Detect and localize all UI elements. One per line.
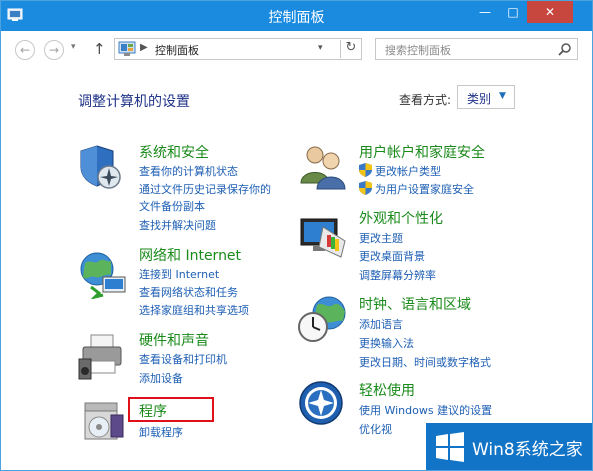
link-change-account-type[interactable]: 更改帐户类型 (375, 163, 441, 179)
link-add-device[interactable]: 添加设备 (139, 370, 183, 386)
view-by-value: 类别 (467, 92, 492, 106)
page-title: 调整计算机的设置 (78, 94, 190, 110)
search-box[interactable]: 搜索控制面板 (375, 38, 578, 60)
link-file-backup[interactable]: 文件备份副本 (139, 198, 205, 214)
printer-speaker-icon[interactable] (77, 331, 129, 383)
up-arrow-icon[interactable]: ↑ (93, 40, 106, 58)
security-shield-icon[interactable] (77, 143, 129, 195)
view-by-dropdown[interactable]: 类别 ▼ (457, 85, 515, 109)
refresh-icon[interactable]: ↻ (340, 40, 361, 58)
link-date-time-format[interactable]: 更改日期、时间或数字格式 (359, 354, 491, 370)
address-bar[interactable]: ▶ 控制面板 ▾ ↻ (114, 38, 362, 60)
link-desktop-background[interactable]: 更改桌面背景 (359, 248, 425, 264)
close-button[interactable]: ✕ (527, 1, 573, 23)
link-screen-resolution[interactable]: 调整屏幕分辨率 (359, 267, 436, 283)
link-change-theme[interactable]: 更改主题 (359, 230, 403, 246)
programs-box-icon[interactable] (77, 393, 129, 445)
uac-shield-icon (359, 163, 372, 177)
link-add-language[interactable]: 添加语言 (359, 316, 403, 332)
recent-locations-chevron-icon[interactable]: ▾ (71, 42, 76, 52)
link-change-input-method[interactable]: 更换输入法 (359, 335, 414, 351)
category-user-accounts-title[interactable]: 用户帐户和家庭安全 (359, 142, 485, 162)
arrow-left-icon: ← (19, 43, 31, 57)
category-system-security-title[interactable]: 系统和安全 (139, 142, 209, 162)
link-connect-internet[interactable]: 连接到 Internet (139, 266, 219, 282)
link-devices-printers[interactable]: 查看设备和打印机 (139, 351, 227, 367)
link-optimize-visual[interactable]: 优化视 (359, 421, 392, 437)
breadcrumb-current[interactable]: 控制面板 (155, 42, 199, 58)
category-clock-region-title[interactable]: 时钟、语言和区域 (359, 294, 471, 314)
address-dropdown-icon[interactable]: ▾ (318, 43, 323, 53)
clock-globe-icon[interactable] (297, 293, 349, 345)
link-recommended-settings[interactable]: 使用 Windows 建议的设置 (359, 402, 492, 418)
back-button[interactable]: ← (15, 40, 35, 60)
link-troubleshoot[interactable]: 查找并解决问题 (139, 217, 216, 233)
breadcrumb-chevron-icon: ▶ (140, 42, 148, 53)
ease-of-access-icon[interactable] (297, 379, 349, 431)
programs-highlight-box (128, 397, 214, 422)
category-network-title[interactable]: 网络和 Internet (139, 245, 241, 265)
category-ease-of-access-title[interactable]: 轻松使用 (359, 380, 415, 400)
control-panel-icon (118, 41, 136, 56)
category-hardware-title[interactable]: 硬件和声音 (139, 330, 209, 350)
control-panel-window: 控制面板 — □ ✕ ← → ▾ ↑ ▶ 控制面板 ▾ ↻ 搜索控制面板 调整计… (0, 0, 593, 471)
link-view-computer-status[interactable]: 查看你的计算机状态 (139, 163, 238, 179)
uac-shield-icon (359, 181, 372, 195)
link-uninstall-program[interactable]: 卸载程序 (139, 424, 183, 440)
navigation-toolbar: ← → ▾ ↑ ▶ 控制面板 ▾ ↻ 搜索控制面板 (1, 31, 592, 69)
appearance-monitor-icon[interactable] (297, 211, 349, 263)
network-globe-icon[interactable] (77, 247, 129, 299)
watermark-text: Win8系统之家 (472, 440, 583, 460)
search-icon[interactable] (558, 42, 572, 56)
view-by-label: 查看方式: (399, 93, 452, 107)
search-input[interactable]: 搜索控制面板 (385, 42, 451, 58)
watermark-banner: Win8系统之家 (426, 423, 592, 470)
forward-button[interactable]: → (44, 40, 64, 60)
link-homegroup[interactable]: 选择家庭组和共享选项 (139, 302, 249, 318)
maximize-button[interactable]: □ (499, 1, 527, 23)
chevron-down-icon: ▼ (499, 91, 506, 101)
category-appearance-title[interactable]: 外观和个性化 (359, 208, 443, 228)
link-family-safety[interactable]: 为用户设置家庭安全 (375, 181, 474, 197)
user-accounts-icon[interactable] (297, 141, 349, 193)
title-bar[interactable]: 控制面板 — □ ✕ (1, 1, 592, 31)
arrow-right-icon: → (48, 43, 60, 57)
link-network-status[interactable]: 查看网络状态和任务 (139, 284, 238, 300)
link-file-history[interactable]: 通过文件历史记录保存你的 (139, 181, 271, 197)
minimize-button[interactable]: — (471, 1, 499, 23)
windows-logo-icon (436, 432, 464, 462)
